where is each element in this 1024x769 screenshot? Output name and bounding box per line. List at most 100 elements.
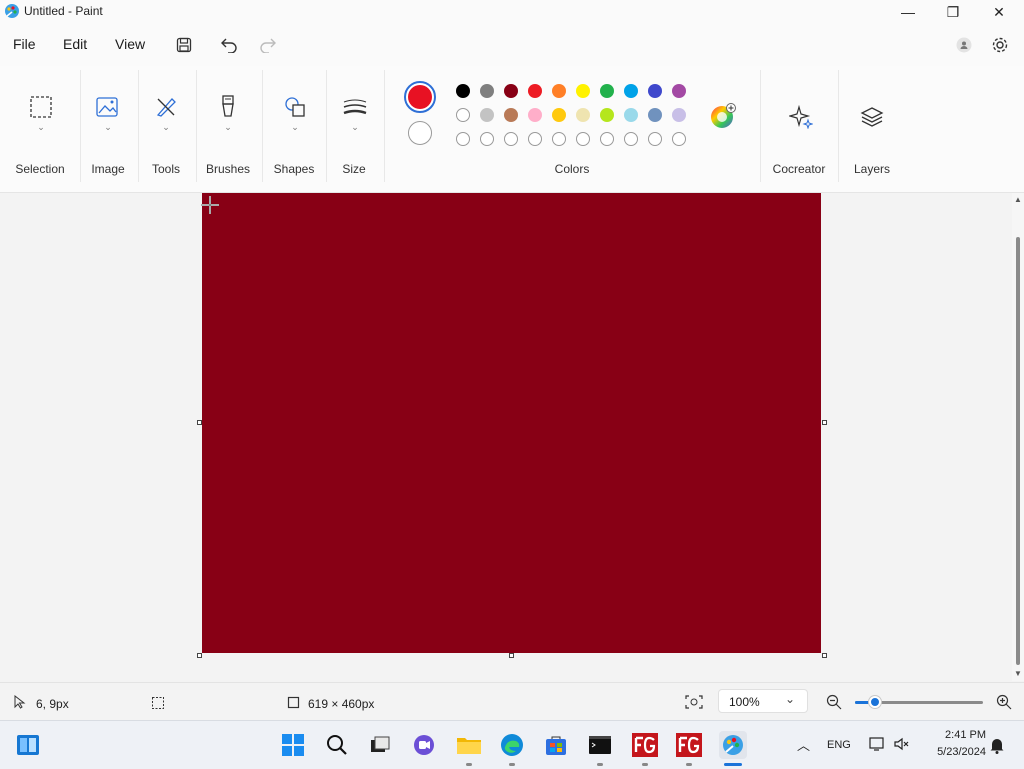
account-button[interactable] (952, 33, 976, 57)
chevron-down-icon: ⌄ (224, 122, 232, 132)
palette-swatch[interactable] (648, 108, 662, 122)
palette-swatch[interactable] (552, 108, 566, 122)
shapes-button[interactable]: ⌄ (280, 92, 310, 133)
fg-app-icon (632, 733, 658, 757)
start-button[interactable] (279, 731, 307, 759)
scrollbar-thumb[interactable] (1016, 237, 1020, 665)
canvas-workspace (0, 193, 1012, 681)
palette-swatch[interactable] (600, 108, 614, 122)
zoom-in-button[interactable] (996, 694, 1012, 713)
widgets-button[interactable] (14, 731, 42, 759)
restore-button[interactable]: ❐ (930, 0, 976, 24)
palette-swatch[interactable] (576, 108, 590, 122)
custom-color-slot[interactable] (480, 132, 494, 146)
group-label-brushes: Brushes (205, 162, 251, 176)
custom-color-slot[interactable] (624, 132, 638, 146)
redo-button[interactable] (256, 33, 280, 57)
fit-to-window-button[interactable] (685, 694, 703, 713)
store-button[interactable] (542, 731, 570, 759)
palette-swatch[interactable] (504, 84, 518, 98)
tools-button[interactable]: ⌄ (151, 92, 181, 133)
zoom-slider-thumb[interactable] (869, 696, 881, 708)
layers-button[interactable] (857, 102, 887, 132)
file-explorer-button[interactable] (455, 731, 483, 759)
chat-button[interactable] (410, 731, 438, 759)
zoom-dropdown[interactable]: 100% ⌄ (718, 689, 808, 713)
palette-swatch[interactable] (648, 84, 662, 98)
edge-browser-icon (501, 734, 523, 756)
palette-swatch[interactable] (600, 84, 614, 98)
resize-handle-left[interactable] (197, 420, 202, 425)
group-label-tools: Tools (151, 162, 180, 176)
resize-handle-bottom-right[interactable] (822, 653, 827, 658)
custom-color-slot[interactable] (600, 132, 614, 146)
resize-handle-bottom[interactable] (509, 653, 514, 658)
input-language[interactable]: ENG (827, 739, 851, 751)
palette-swatch[interactable] (480, 84, 494, 98)
terminal-button[interactable] (586, 731, 614, 759)
palette-swatch[interactable] (552, 84, 566, 98)
custom-color-slot[interactable] (648, 132, 662, 146)
custom-color-slot[interactable] (552, 132, 566, 146)
palette-swatch[interactable] (480, 108, 494, 122)
edge-button[interactable] (498, 731, 526, 759)
app-fg-button-1[interactable] (631, 731, 659, 759)
chat-icon (414, 735, 434, 755)
notifications-button[interactable] (989, 736, 1005, 757)
palette-swatch[interactable] (456, 108, 470, 122)
resize-handle-bottom-left[interactable] (197, 653, 202, 658)
scroll-up-icon[interactable]: ▲ (1014, 195, 1022, 204)
folder-icon (457, 738, 481, 754)
paint-taskbar-button[interactable] (719, 731, 747, 759)
task-view-icon (371, 736, 390, 752)
custom-color-slot[interactable] (504, 132, 518, 146)
menu-view[interactable]: View (115, 36, 145, 52)
custom-color-slot[interactable] (456, 132, 470, 146)
resize-handle-right[interactable] (822, 420, 827, 425)
save-button[interactable] (172, 33, 196, 57)
scroll-down-icon[interactable]: ▼ (1014, 669, 1022, 678)
app-fg-button-2[interactable] (675, 731, 703, 759)
clock-time[interactable]: 2:41 PM (930, 729, 986, 741)
palette-swatch[interactable] (456, 84, 470, 98)
brushes-button[interactable]: ⌄ (213, 92, 243, 133)
zoom-out-button[interactable] (826, 694, 842, 713)
secondary-color-button[interactable] (408, 121, 432, 145)
drawing-canvas[interactable] (202, 193, 821, 653)
palette-swatch[interactable] (528, 108, 542, 122)
volume-button[interactable] (893, 736, 911, 755)
network-icon (869, 737, 884, 751)
minimize-button[interactable]: — (885, 0, 931, 24)
clock-date[interactable]: 5/23/2024 (920, 746, 986, 758)
task-view-button[interactable] (366, 731, 394, 759)
menu-edit[interactable]: Edit (63, 36, 87, 52)
custom-color-slot[interactable] (576, 132, 590, 146)
group-label-shapes: Shapes (273, 162, 315, 176)
palette-swatch[interactable] (672, 84, 686, 98)
palette-swatch[interactable] (528, 84, 542, 98)
zoom-slider[interactable] (855, 696, 983, 708)
vertical-scrollbar[interactable]: ▲ ▼ (1012, 193, 1024, 681)
size-button[interactable]: ⌄ (340, 92, 370, 133)
chevron-down-icon: ⌄ (162, 122, 170, 132)
selection-tool-button[interactable]: ⌄ (26, 92, 56, 133)
custom-color-slot[interactable] (672, 132, 686, 146)
edit-colors-button[interactable] (710, 103, 736, 129)
primary-color-button[interactable] (404, 81, 436, 113)
undo-button[interactable] (217, 33, 241, 57)
image-tool-button[interactable]: ⌄ (93, 92, 123, 133)
palette-swatch[interactable] (624, 84, 638, 98)
show-hidden-icons-button[interactable]: ︿ (797, 735, 810, 754)
search-button[interactable] (323, 731, 351, 759)
network-button[interactable] (868, 736, 886, 755)
palette-swatch[interactable] (672, 108, 686, 122)
custom-color-slot[interactable] (528, 132, 542, 146)
settings-button[interactable] (988, 33, 1012, 57)
cursor-position: 6, 9px (36, 697, 69, 711)
palette-swatch[interactable] (504, 108, 518, 122)
close-window-button[interactable]: ✕ (976, 0, 1022, 24)
menu-file[interactable]: File (13, 36, 36, 52)
palette-swatch[interactable] (624, 108, 638, 122)
cocreator-button[interactable] (786, 102, 816, 132)
palette-swatch[interactable] (576, 84, 590, 98)
